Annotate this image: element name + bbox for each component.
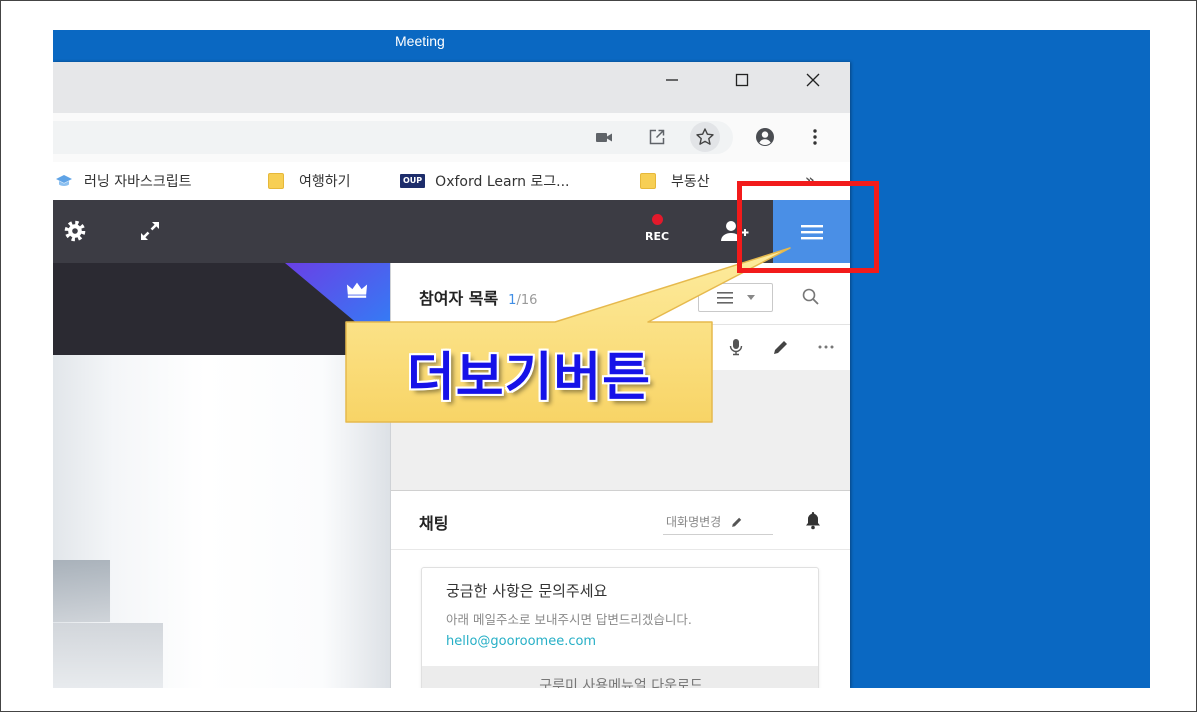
bookmark-label: 여행하기 [299,174,351,190]
chat-title: 채팅 [419,514,449,533]
bookmarks-bar: 러닝 자바스크립트 여행하기 OUP Oxford Learn 로그... 부동… [53,162,850,200]
account-circle-icon[interactable] [755,127,775,147]
search-icon[interactable] [801,287,821,307]
oup-icon: OUP [400,174,426,188]
bookmark-label: 러닝 자바스크립트 [84,174,192,190]
minimize-icon[interactable] [662,70,682,90]
bookmark-label: Oxford Learn 로그... [435,174,570,190]
notice-heading: 궁금한 사항은 문의주세요 [446,582,608,600]
bookmark-item[interactable]: 부동산 [640,162,710,200]
bookmark-label: 부동산 [671,174,710,190]
rename-nickname-label: 대화명변경 [666,515,722,529]
rec-dot-icon [651,214,663,225]
bookmark-item[interactable]: OUP Oxford Learn 로그... [400,162,570,200]
notice-email-link[interactable]: hello@gooroomee.com [446,634,596,649]
folder-icon [640,173,656,189]
chat-notice-card: 궁금한 사항은 문의주세요 아래 메일주소로 보내주시면 답변드리겠습니다. h… [421,567,819,688]
chat-body: 궁금한 사항은 문의주세요 아래 메일주소로 보내주시면 답변드리겠습니다. h… [391,550,850,688]
desktop-window-title: Meeting [395,33,445,49]
browser-titlebar [53,62,850,113]
open-in-new-icon[interactable] [647,127,667,147]
address-bar [53,113,850,162]
bookmark-item[interactable]: 러닝 자바스크립트 [55,162,192,200]
bookmark-item[interactable]: 여행하기 [268,162,351,200]
close-icon[interactable] [803,70,823,90]
graduation-cap-icon [56,175,72,186]
more-horiz-icon[interactable] [816,337,836,357]
maximize-icon[interactable] [732,70,752,90]
callout-text: 더보기버튼 [406,347,652,408]
chat-header: 채팅 대화명변경 [391,490,850,550]
video-background-object [53,560,110,622]
omnibox[interactable] [53,121,733,154]
folder-icon [268,173,284,189]
manual-download-button[interactable]: 구루미 사용메뉴얼 다운로드 [422,666,818,688]
fullscreen-icon[interactable] [138,219,162,243]
more-vert-icon[interactable] [805,127,825,147]
pencil-icon [732,517,742,527]
video-background-shade [53,623,163,688]
rename-nickname-button[interactable]: 대화명변경 [663,509,773,535]
gear-icon[interactable] [63,219,87,243]
highlight-box [737,181,879,273]
notice-body: 아래 메일주소로 보내주시면 답변드리겠습니다. [446,612,692,627]
bell-icon[interactable] [803,510,823,530]
video-camera-icon[interactable] [594,127,614,147]
star-icon[interactable] [695,127,715,147]
